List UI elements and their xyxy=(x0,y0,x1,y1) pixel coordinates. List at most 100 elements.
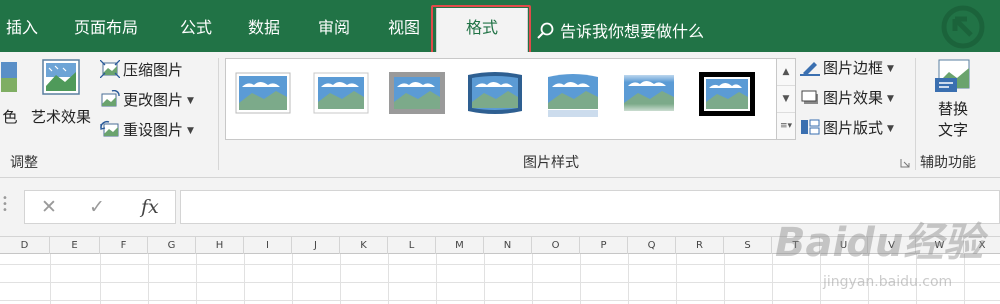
tab-view[interactable]: 视图 xyxy=(388,18,420,38)
picture-style-thumb-7[interactable] xyxy=(698,69,756,119)
column-header-f[interactable]: F xyxy=(100,237,148,255)
alt-text-label-line2: 文字 xyxy=(937,121,968,139)
column-gridline xyxy=(148,254,149,304)
column-header-o[interactable]: O xyxy=(532,237,580,255)
column-header-q[interactable]: Q xyxy=(628,237,676,255)
tell-me-text: 告诉我你想要做什么 xyxy=(560,22,705,41)
picture-styles-group-label: 图片样式 xyxy=(523,155,579,171)
resize-handle-icon[interactable]: • • • xyxy=(2,194,8,216)
tell-me-box[interactable]: 告诉我你想要做什么 xyxy=(536,18,704,42)
baidu-watermark: Baidu经验 jingyan.baidu.com xyxy=(765,196,995,302)
picture-border-icon xyxy=(800,62,820,76)
column-header-r[interactable]: R xyxy=(676,237,724,255)
alt-text-label-line1: 替换 xyxy=(937,100,968,118)
corner-arrow-logo xyxy=(941,5,985,49)
column-header-i[interactable]: I xyxy=(244,237,292,255)
column-header-g[interactable]: G xyxy=(148,237,196,255)
column-gridline xyxy=(532,254,533,304)
reset-picture-button[interactable]: 重设图片 ▼ xyxy=(100,118,194,142)
compress-pictures-button[interactable]: 压缩图片 xyxy=(100,58,183,82)
column-header-h[interactable]: H xyxy=(196,237,244,255)
reset-picture-label: 重设图片 xyxy=(123,121,184,139)
picture-style-thumb-6[interactable] xyxy=(620,69,678,119)
column-header-e[interactable]: E xyxy=(50,237,100,255)
change-picture-button[interactable]: 更改图片 ▼ xyxy=(100,88,194,112)
column-gridline xyxy=(196,254,197,304)
tab-review[interactable]: 审阅 xyxy=(318,18,350,38)
column-gridline xyxy=(724,254,725,304)
picture-styles-gallery xyxy=(225,58,795,140)
gallery-scroll-up-icon[interactable]: ▲ xyxy=(777,59,795,86)
picture-style-thumb-3[interactable] xyxy=(388,69,446,119)
tab-insert[interactable]: 插入 xyxy=(6,18,38,38)
column-gridline xyxy=(100,254,101,304)
picture-border-button[interactable]: 图片边框 ▼ xyxy=(800,56,894,80)
color-label: 色 xyxy=(2,108,18,126)
picture-layout-label: 图片版式 xyxy=(823,119,884,137)
artistic-effects-icon xyxy=(42,59,80,95)
cancel-icon[interactable]: ✕ xyxy=(41,196,57,218)
alt-text-icon xyxy=(935,59,970,92)
watermark-url-text: jingyan.baidu.com xyxy=(823,274,953,290)
column-header-p[interactable]: P xyxy=(580,237,628,255)
ribbon-tab-bar: 插入 页面布局 公式 数据 审阅 视图 格式 告诉我你想要做什么 xyxy=(0,0,1000,56)
chevron-down-icon: ▼ xyxy=(887,94,894,104)
picture-layout-icon xyxy=(801,119,820,135)
search-icon xyxy=(537,22,554,39)
artistic-effects-button[interactable]: 艺术效果 xyxy=(26,58,96,127)
picture-effects-label: 图片效果 xyxy=(823,89,884,107)
dialog-launcher-icon[interactable] xyxy=(900,158,910,168)
picture-border-label: 图片边框 xyxy=(823,59,884,77)
picture-style-thumb-5[interactable] xyxy=(544,69,602,119)
column-header-k[interactable]: K xyxy=(340,237,388,255)
accessibility-group-label: 辅助功能 xyxy=(920,155,976,171)
change-picture-label: 更改图片 xyxy=(123,91,184,109)
alt-text-button[interactable]: 替换 文字 xyxy=(922,58,984,140)
column-gridline xyxy=(628,254,629,304)
column-gridline xyxy=(292,254,293,304)
picture-effects-icon xyxy=(801,90,818,104)
artistic-effects-label: 艺术效果 xyxy=(30,108,91,126)
picture-effects-button[interactable]: 图片效果 ▼ xyxy=(800,86,894,110)
tab-formulas[interactable]: 公式 xyxy=(180,18,212,38)
enter-icon[interactable]: ✓ xyxy=(89,196,105,218)
color-button[interactable]: 色 xyxy=(0,58,20,127)
color-picture-icon xyxy=(0,62,17,92)
tab-data[interactable]: 数据 xyxy=(248,18,280,38)
chevron-down-icon: ▼ xyxy=(187,126,194,136)
gallery-scroll-down-icon[interactable]: ▼ xyxy=(777,86,795,113)
column-header-n[interactable]: N xyxy=(484,237,532,255)
tab-highlight-box xyxy=(431,5,531,56)
column-gridline xyxy=(244,254,245,304)
column-gridline xyxy=(340,254,341,304)
group-separator xyxy=(915,58,916,170)
compress-pictures-icon xyxy=(100,60,120,78)
change-picture-icon xyxy=(101,90,120,107)
adjust-group-label: 调整 xyxy=(10,155,38,171)
column-gridline xyxy=(580,254,581,304)
insert-function-icon[interactable]: fx xyxy=(141,196,159,218)
chevron-down-icon: ▼ xyxy=(887,64,894,74)
picture-style-thumb-1[interactable] xyxy=(234,69,292,119)
chevron-down-icon: ▼ xyxy=(887,124,894,134)
group-separator xyxy=(218,58,219,170)
column-gridline xyxy=(50,254,51,304)
gallery-scroll: ▲ ▼ ≡▾ xyxy=(776,58,796,140)
column-gridline xyxy=(436,254,437,304)
picture-style-thumb-2[interactable] xyxy=(312,69,370,119)
formula-buttons: ✕ ✓ fx xyxy=(24,190,176,224)
picture-layout-button[interactable]: 图片版式 ▼ xyxy=(800,116,894,140)
compress-pictures-label: 压缩图片 xyxy=(123,61,184,79)
column-header-j[interactable]: J xyxy=(292,237,340,255)
column-header-m[interactable]: M xyxy=(436,237,484,255)
column-gridline xyxy=(676,254,677,304)
column-gridline xyxy=(388,254,389,304)
reset-picture-icon xyxy=(100,120,119,137)
column-gridline xyxy=(484,254,485,304)
chevron-down-icon: ▼ xyxy=(187,96,194,106)
gallery-more-icon[interactable]: ≡▾ xyxy=(777,113,795,140)
column-header-l[interactable]: L xyxy=(388,237,436,255)
tab-page-layout[interactable]: 页面布局 xyxy=(74,18,138,38)
column-header-d[interactable]: D xyxy=(0,237,50,255)
picture-style-thumb-4[interactable] xyxy=(466,69,524,119)
